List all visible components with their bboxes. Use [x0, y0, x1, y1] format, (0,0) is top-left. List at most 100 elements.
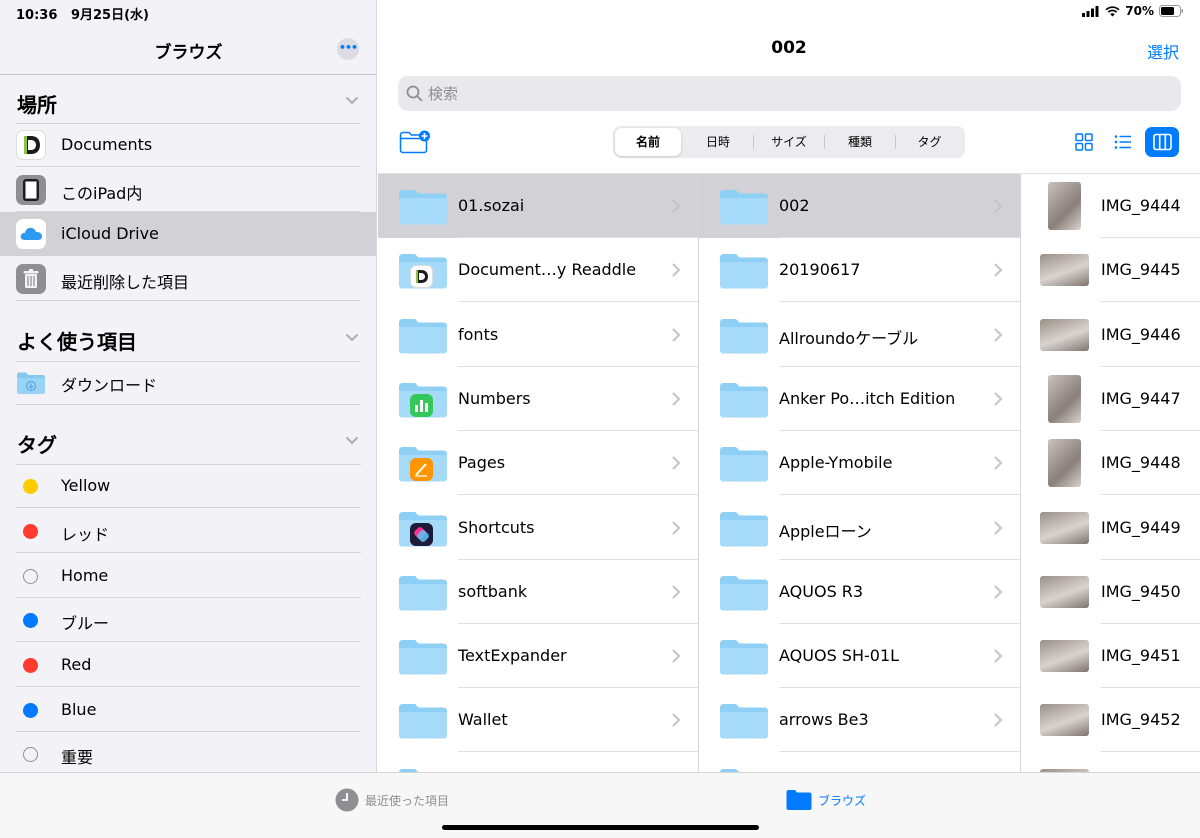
sidebar-item-label: このiPad内: [61, 184, 143, 203]
icon-view-button[interactable]: [1067, 127, 1101, 157]
icloud-icon: [16, 219, 46, 249]
sidebar-item-downloads[interactable]: ダウンロード: [0, 361, 376, 405]
chevron-right-icon: [672, 456, 681, 470]
column-view-button[interactable]: [1145, 127, 1179, 157]
image-thumbnail: [1040, 704, 1089, 737]
folder-row[interactable]: Pages: [378, 431, 698, 496]
divider: [0, 74, 376, 75]
tag-label: Home: [61, 566, 109, 585]
section-header-locations[interactable]: 場所: [17, 89, 57, 118]
folder-row[interactable]: 01.sozai: [378, 174, 698, 238]
sort-by-kind[interactable]: 種類: [825, 128, 895, 156]
folder-row[interactable]: arrows Be3: [699, 688, 1020, 753]
sort-segmented-control: 名前 日時 サイズ 種類 タグ: [613, 126, 965, 158]
image-file-row[interactable]: IMG_9448: [1021, 431, 1200, 496]
tab-recents[interactable]: 最近使った項目: [335, 788, 449, 812]
chevron-right-icon: [994, 649, 1003, 663]
folder-row[interactable]: Allroundoケーブル: [699, 303, 1020, 367]
sidebar-tag-red-ja[interactable]: レッド: [0, 509, 376, 553]
image-file-row[interactable]: IMG_9452: [1021, 688, 1200, 753]
sort-by-name[interactable]: 名前: [615, 128, 681, 156]
tag-color-dot: [23, 479, 38, 494]
image-file-row[interactable]: IMG_9444: [1021, 174, 1200, 238]
folder-name: Numbers: [458, 388, 531, 408]
sort-by-date[interactable]: 日時: [683, 128, 753, 156]
folder-row[interactable]: AQUOS R3: [699, 560, 1020, 624]
folder-name: Wallet: [458, 710, 508, 730]
folder-row[interactable]: Apple-Ymobile: [699, 431, 1020, 496]
sidebar-item-label: 最近削除した項目: [61, 273, 190, 292]
folder-row[interactable]: AQUOS SH-01L: [699, 624, 1020, 689]
status-time: 10:36: [16, 8, 58, 23]
tag-label: Blue: [61, 700, 97, 719]
chevron-right-icon: [672, 521, 681, 534]
folder-row[interactable]: 20190617: [699, 238, 1020, 303]
folder-name: Pages: [458, 453, 506, 473]
battery-percent: 70%: [1125, 4, 1154, 18]
tag-color-dot: [23, 569, 38, 584]
sidebar-tag-blue[interactable]: Blue: [0, 688, 376, 732]
folder-row[interactable]: Anker Po…itch Edition: [699, 367, 1020, 431]
search-field[interactable]: 検索: [398, 76, 1181, 111]
image-file-row[interactable]: IMG_9450: [1021, 560, 1200, 624]
sidebar-item-icloud-drive[interactable]: iCloud Drive: [0, 212, 376, 256]
sidebar-tag-red[interactable]: Red: [0, 643, 376, 687]
folder-icon: [720, 190, 768, 225]
tag-label: レッド: [61, 525, 110, 544]
new-folder-icon[interactable]: [399, 130, 431, 154]
image-file-row[interactable]: IMG_9446: [1021, 303, 1200, 367]
chevron-down-icon[interactable]: [345, 331, 359, 345]
folder-row[interactable]: Appleローン: [699, 496, 1020, 560]
folder-row[interactable]: Shortcuts: [378, 496, 698, 560]
chevron-down-icon[interactable]: [345, 434, 359, 448]
tab-browse[interactable]: ブラウズ: [786, 788, 866, 812]
folder-name: TextExpander: [458, 646, 567, 666]
folder-row[interactable]: Document…y Readdle: [378, 238, 698, 303]
folder-row[interactable]: 002: [699, 174, 1020, 238]
folder-name: 002: [779, 196, 810, 215]
sidebar-tag-blue-ja[interactable]: ブルー: [0, 598, 376, 642]
column-3: IMG_9444 IMG_9445 IMG_9446 IMG_9447 IMG_9448…: [1021, 174, 1200, 773]
sidebar-tag-yellow[interactable]: Yellow: [0, 464, 376, 508]
folder-row[interactable]: TextExpander: [378, 624, 698, 689]
image-file-row[interactable]: IMG_9445: [1021, 238, 1200, 303]
more-options-button[interactable]: •••: [337, 38, 359, 60]
chevron-down-icon[interactable]: [345, 94, 359, 108]
folder-row[interactable]: fonts: [378, 303, 698, 367]
image-file-row[interactable]: IMG_9451: [1021, 624, 1200, 689]
sidebar-item-recently-deleted[interactable]: 最近削除した項目: [0, 257, 376, 301]
tag-color-dot: [23, 658, 38, 673]
folder-row[interactable]: Wallet: [378, 688, 698, 753]
image-file-row[interactable]: IMG_9449: [1021, 496, 1200, 560]
divider: [16, 123, 361, 124]
tag-color-dot: [23, 747, 38, 762]
folder-row-partial: [699, 753, 1020, 773]
list-view-button[interactable]: [1106, 127, 1140, 157]
folder-name: Document…y Readdle: [458, 260, 637, 280]
folder-name: arrows Be3: [779, 710, 869, 730]
sidebar-item-this-ipad[interactable]: このiPad内: [0, 168, 376, 212]
folder-row[interactable]: softbank: [378, 560, 698, 624]
folder-icon: [720, 640, 768, 675]
chevron-right-icon: [994, 713, 1003, 727]
folder-icon: [399, 640, 447, 675]
image-file-name: IMG_9445: [1101, 260, 1181, 280]
status-time-date: 10:36 9月25日(水): [16, 4, 149, 23]
folder-row[interactable]: Numbers: [378, 367, 698, 431]
folder-icon: [399, 704, 447, 739]
folder-name: Apple-Ymobile: [779, 453, 893, 473]
sidebar-tag-important[interactable]: 重要: [0, 732, 376, 772]
sort-by-tag[interactable]: タグ: [896, 128, 963, 156]
sort-by-size[interactable]: サイズ: [754, 128, 824, 156]
documents-app-badge-icon: [410, 265, 433, 289]
sidebar-tag-home[interactable]: Home: [0, 554, 376, 598]
section-header-favorites[interactable]: よく使う項目: [17, 326, 137, 355]
sidebar-item-documents[interactable]: Documents: [0, 123, 376, 167]
image-thumbnail: [1040, 254, 1089, 287]
divider: [16, 300, 361, 301]
section-header-tags[interactable]: タグ: [17, 429, 57, 458]
tab-bar: 最近使った項目 ブラウズ: [0, 772, 1200, 838]
select-button[interactable]: 選択: [1147, 39, 1179, 63]
home-indicator: [442, 825, 759, 830]
image-file-row[interactable]: IMG_9447: [1021, 367, 1200, 431]
